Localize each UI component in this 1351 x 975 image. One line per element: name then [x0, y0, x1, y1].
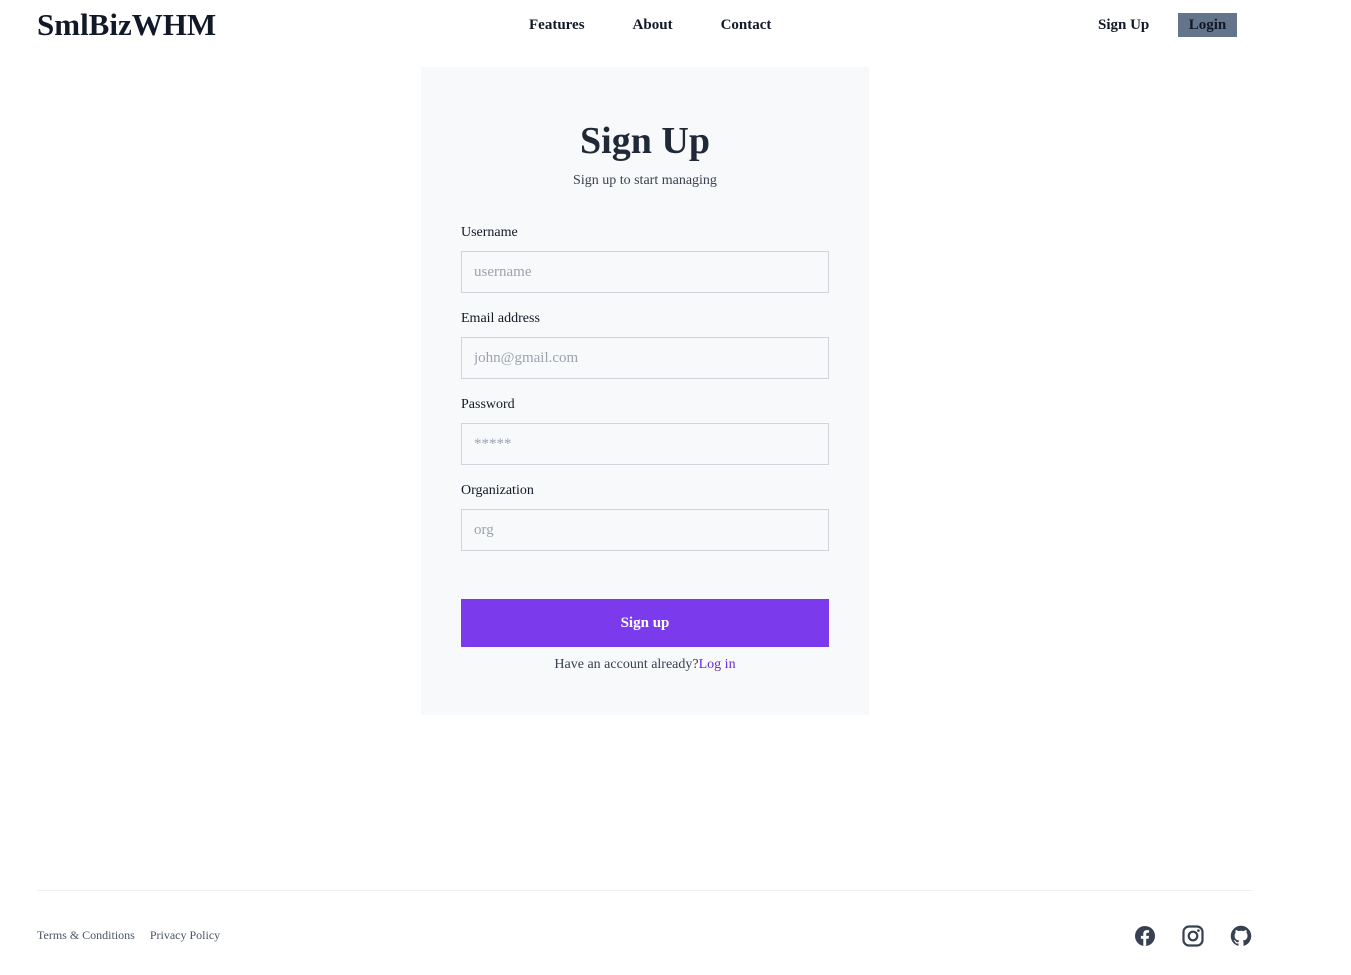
- email-input[interactable]: [461, 337, 829, 379]
- header-login-button[interactable]: Login: [1178, 13, 1237, 37]
- nav-link-features[interactable]: Features: [529, 16, 585, 34]
- instagram-icon[interactable]: [1181, 924, 1205, 948]
- social-links: [1133, 924, 1253, 948]
- top-navbar: SmlBizWHM Features About Contact Sign Up…: [0, 0, 1351, 50]
- page-subtitle: Sign up to start managing: [573, 173, 717, 188]
- username-label: Username: [461, 225, 518, 240]
- signup-card: Sign Up Sign up to start managing Userna…: [421, 67, 869, 715]
- nav-link-about[interactable]: About: [633, 16, 673, 34]
- page-title: Sign Up: [580, 120, 710, 162]
- signup-submit-button[interactable]: Sign up: [461, 599, 829, 647]
- organization-input[interactable]: [461, 509, 829, 551]
- username-input[interactable]: [461, 251, 829, 293]
- nav-link-contact[interactable]: Contact: [721, 16, 772, 34]
- brand-logo[interactable]: SmlBizWHM: [37, 6, 216, 44]
- password-input[interactable]: [461, 423, 829, 465]
- email-label: Email address: [461, 311, 540, 326]
- login-prompt-text: Have an account already?: [554, 657, 699, 672]
- password-label: Password: [461, 397, 515, 412]
- footer-divider: [37, 890, 1253, 891]
- terms-link[interactable]: Terms & Conditions: [37, 928, 135, 942]
- facebook-icon[interactable]: [1133, 924, 1157, 948]
- login-link[interactable]: Log in: [699, 657, 736, 672]
- privacy-link[interactable]: Privacy Policy: [150, 928, 220, 942]
- organization-label: Organization: [461, 483, 534, 498]
- header-signup-link[interactable]: Sign Up: [1098, 16, 1149, 34]
- footer-links: Terms & Conditions Privacy Policy: [37, 928, 232, 943]
- main-nav: Features About Contact: [529, 16, 771, 34]
- login-prompt: Have an account already?Log in: [421, 656, 869, 674]
- github-icon[interactable]: [1229, 924, 1253, 948]
